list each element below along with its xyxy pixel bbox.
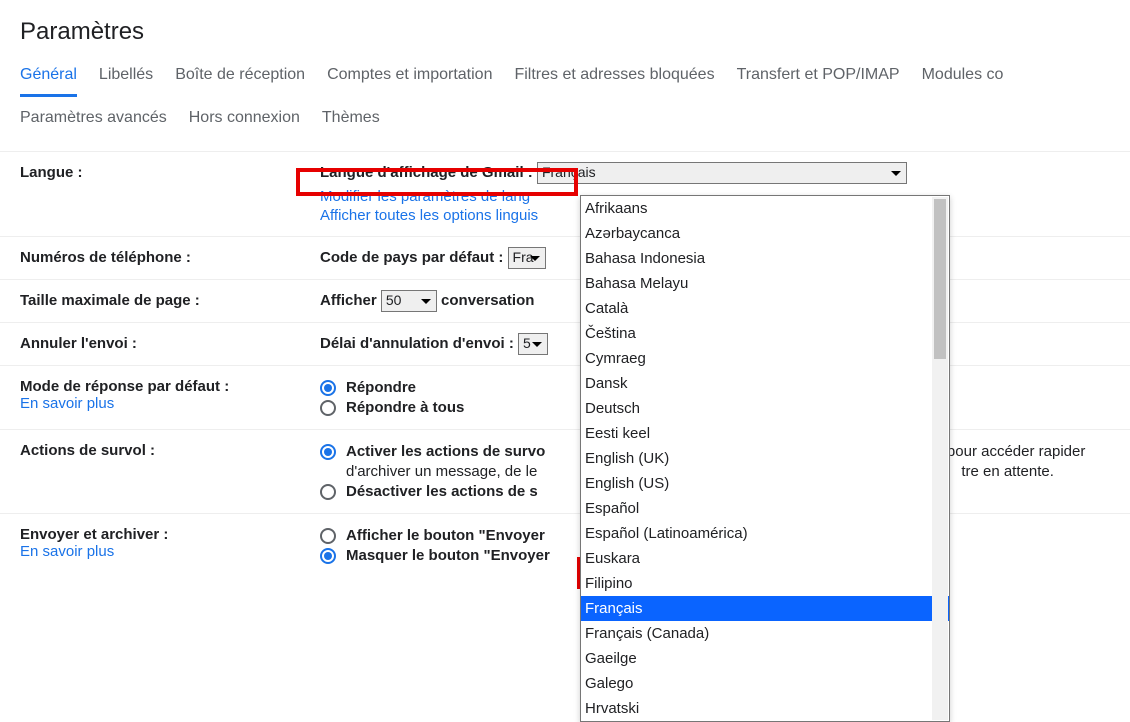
reply-radio-2[interactable] (320, 400, 336, 416)
send-archive-learn-more[interactable]: En savoir plus (20, 543, 114, 560)
tab-transfert-et-pop-imap[interactable]: Transfert et POP/IMAP (737, 66, 900, 97)
page-title: Paramètres (0, 0, 1130, 56)
language-option[interactable]: English (US) (581, 471, 949, 496)
tab-libell-s[interactable]: Libellés (99, 66, 153, 97)
language-option[interactable]: Deutsch (581, 396, 949, 421)
row-hover: Actions de survol : Activer les actions … (0, 430, 1130, 514)
language-option[interactable]: Català (581, 296, 949, 321)
language-option[interactable]: Galego (581, 671, 949, 696)
hover-desc-b: d'archiver un message, de le (346, 463, 537, 480)
send-archive-radio-1[interactable] (320, 528, 336, 544)
hover-opt1: Activer les actions de survo (346, 443, 545, 460)
tab-g-n-ral[interactable]: Général (20, 66, 77, 97)
language-option[interactable]: English (UK) (581, 446, 949, 471)
send-archive-label: Envoyer et archiver : (20, 526, 168, 543)
tab-filtres-et-adresses-bloqu-es[interactable]: Filtres et adresses bloquées (514, 66, 714, 97)
hover-radio-2[interactable] (320, 484, 336, 500)
language-option[interactable]: Dansk (581, 371, 949, 396)
language-option[interactable]: Afrikaans (581, 196, 949, 221)
reply-opt2: Répondre à tous (346, 399, 464, 416)
language-option[interactable]: Cymraeg (581, 346, 949, 371)
settings-tabs-row2: Paramètres avancés Hors connexion Thèmes (0, 97, 1130, 151)
language-option[interactable]: Euskara (581, 546, 949, 571)
hover-radio-1[interactable] (320, 444, 336, 460)
hover-desc-a: s pour accéder rapider (935, 443, 1085, 460)
page-size-select[interactable]: 50 (381, 290, 437, 312)
page-size-suffix: conversation (441, 292, 534, 309)
language-option[interactable]: Eesti keel (581, 421, 949, 446)
tab-param-tres-avanc-s[interactable]: Paramètres avancés (20, 109, 167, 137)
langue-label: Langue : (20, 164, 83, 181)
page-size-prefix: Afficher (320, 292, 377, 309)
language-option[interactable]: Filipino (581, 571, 949, 596)
langue-field-label: Langue d'affichage de Gmail : (320, 164, 533, 181)
language-option[interactable]: Bahasa Melayu (581, 271, 949, 296)
row-reply: Mode de réponse par défaut : En savoir p… (0, 366, 1130, 430)
page-size-label: Taille maximale de page : (20, 292, 200, 309)
hover-label: Actions de survol : (20, 442, 155, 459)
language-option[interactable]: Čeština (581, 321, 949, 346)
reply-label: Mode de réponse par défaut : (20, 378, 229, 395)
tab-th-mes[interactable]: Thèmes (322, 109, 380, 137)
langue-dropdown[interactable]: AfrikaansAzərbaycancaBahasa IndonesiaBah… (580, 195, 950, 722)
settings-tabs-row1: Général Libellés Boîte de réception Comptes… (0, 56, 1130, 97)
send-archive-opt2: Masquer le bouton "Envoyer (346, 547, 550, 564)
tab-modules-co[interactable]: Modules co (922, 66, 1004, 97)
dropdown-scroll-thumb[interactable] (934, 199, 946, 359)
language-option[interactable]: Español (581, 496, 949, 521)
hover-opt2: Désactiver les actions de s (346, 483, 538, 500)
reply-radio-1[interactable] (320, 380, 336, 396)
language-option[interactable]: Español (Latinoamérica) (581, 521, 949, 546)
language-option[interactable]: Bahasa Indonesia (581, 246, 949, 271)
undo-label: Annuler l'envoi : (20, 335, 137, 352)
tab-bo-te-de-r-ception[interactable]: Boîte de réception (175, 66, 305, 97)
row-phone: Numéros de téléphone : Code de pays par … (0, 237, 1130, 280)
phone-label: Numéros de téléphone : (20, 249, 191, 266)
hover-desc-c: tre en attente. (961, 463, 1054, 480)
send-archive-radio-2[interactable] (320, 548, 336, 564)
tab-hors-connexion[interactable]: Hors connexion (189, 109, 300, 137)
row-undo: Annuler l'envoi : Délai d'annulation d'e… (0, 323, 1130, 366)
language-option[interactable]: Hrvatski (581, 696, 949, 721)
send-archive-opt1: Afficher le bouton "Envoyer (346, 527, 545, 544)
language-option[interactable]: Français (Canada) (581, 621, 949, 646)
tab-comptes-et-importation[interactable]: Comptes et importation (327, 66, 492, 97)
phone-field-label: Code de pays par défaut : (320, 249, 503, 266)
language-option[interactable]: Gaeilge (581, 646, 949, 671)
language-option[interactable]: Français (581, 596, 949, 621)
row-send-archive: Envoyer et archiver : En savoir plus Aff… (0, 514, 1130, 577)
undo-delay-select[interactable]: 5 (518, 333, 548, 355)
undo-field-label: Délai d'annulation d'envoi : (320, 335, 514, 352)
dropdown-scrollbar[interactable] (932, 197, 948, 720)
reply-learn-more[interactable]: En savoir plus (20, 395, 114, 412)
language-option[interactable]: Azərbaycanca (581, 221, 949, 246)
langue-select[interactable]: Français (537, 162, 907, 184)
row-page-size: Taille maximale de page : Afficher 50 co… (0, 280, 1130, 323)
reply-opt1: Répondre (346, 379, 416, 396)
phone-country-select[interactable]: Fra (508, 247, 546, 269)
row-langue: Langue : Langue d'affichage de Gmail : F… (0, 152, 1130, 237)
